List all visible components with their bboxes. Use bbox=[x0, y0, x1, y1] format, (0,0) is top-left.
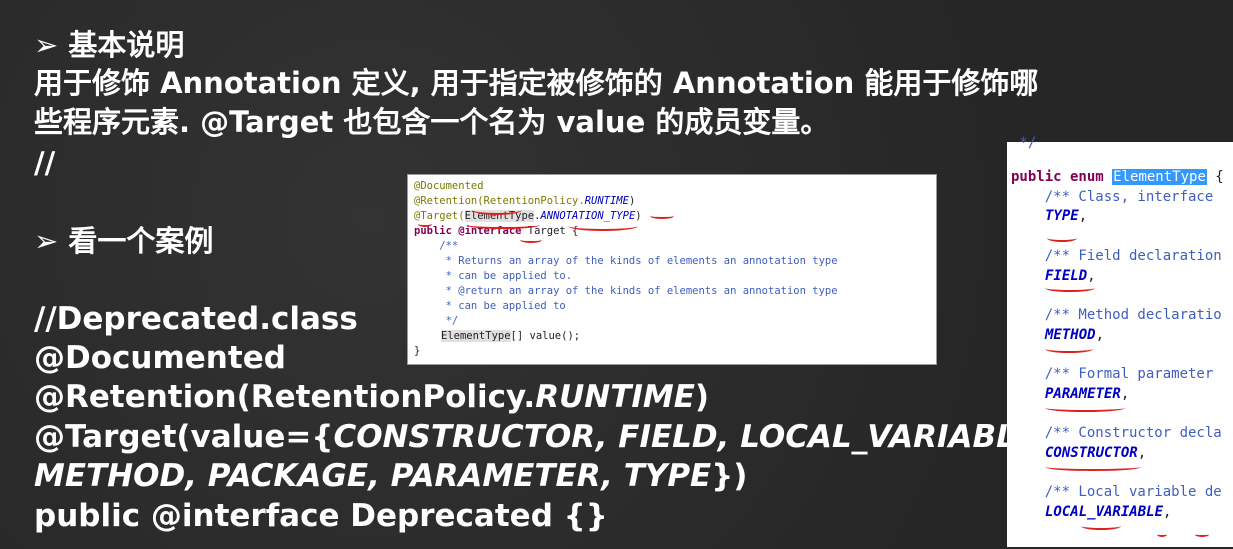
code-line: * can be applied to. bbox=[414, 270, 573, 282]
code-line: * @return an array of the kinds of eleme… bbox=[414, 285, 838, 297]
code-line: LOCAL_VARIABLE, bbox=[1045, 504, 1172, 520]
description-line-2: 些程序元素. @Target 也包含一个名为 value 的成员变量。 bbox=[34, 105, 830, 139]
code-line: ElementType[] value(); bbox=[441, 329, 580, 344]
code-token: ElementType bbox=[441, 330, 511, 342]
enum-constant: PARAMETER bbox=[1045, 386, 1121, 402]
example-line-3: @Retention(RetentionPolicy.RUNTIME) bbox=[34, 378, 709, 417]
enum-constant: FIELD bbox=[1045, 268, 1088, 284]
code-line: /** Method declaratio bbox=[1011, 307, 1222, 323]
red-underline-mark bbox=[1081, 522, 1121, 530]
red-underline-mark bbox=[466, 221, 540, 229]
example-line-3-italic: RUNTIME bbox=[535, 379, 695, 415]
code-line: FIELD, bbox=[1045, 268, 1096, 284]
heading-basic-description: ➢ 基本说明 bbox=[34, 28, 185, 62]
example-line-6: public @interface Deprecated {} bbox=[34, 498, 608, 534]
code-line: @Documented bbox=[414, 180, 484, 192]
example-line-2: @Documented bbox=[34, 340, 286, 376]
code-token: [] value(); bbox=[510, 330, 581, 342]
red-underline-mark bbox=[1045, 463, 1141, 471]
red-underline-mark bbox=[1045, 345, 1093, 353]
code-token: ElementType bbox=[1112, 169, 1207, 185]
code-line: METHOD, bbox=[1045, 327, 1105, 343]
red-underline-mark bbox=[520, 237, 542, 243]
red-dash-mark bbox=[1195, 532, 1209, 537]
code-token: public enum bbox=[1011, 169, 1113, 185]
code-line: /** Local variable de bbox=[1011, 484, 1222, 500]
code-line: PARAMETER, bbox=[1045, 386, 1130, 402]
code-line: */ bbox=[1011, 135, 1037, 151]
code-line: /** bbox=[414, 240, 459, 252]
enum-constant: TYPE bbox=[1045, 208, 1079, 224]
enum-constant: LOCAL_VARIABLE bbox=[1045, 504, 1164, 520]
code-line: public enum ElementType { bbox=[1011, 168, 1224, 186]
example-line-4-prefix: @Target(value={ bbox=[34, 419, 334, 455]
red-underline-mark bbox=[1045, 404, 1125, 412]
example-line-3-prefix: @Retention(RetentionPolicy. bbox=[34, 379, 536, 415]
code-line: /** Formal parameter bbox=[1011, 366, 1214, 382]
example-line-5-italic: METHOD, PACKAGE, PARAMETER, TYPE bbox=[34, 458, 712, 494]
example-line-5: METHOD, PACKAGE, PARAMETER, TYPE}) bbox=[34, 457, 747, 496]
example-line-5-suffix: }) bbox=[711, 458, 748, 494]
code-line: @Retention(RetentionPolicy.RUNTIME) bbox=[414, 194, 635, 209]
code-line: /** Class, interface bbox=[1011, 189, 1214, 205]
example-line-4-italic: CONSTRUCTOR, FIELD, LOCAL_VARIABLE, bbox=[333, 419, 1049, 455]
red-underline-mark bbox=[568, 221, 638, 231]
heading-example: ➢ 看一个案例 bbox=[34, 224, 214, 258]
red-arrow-mark bbox=[650, 213, 674, 219]
red-underline-mark bbox=[1045, 284, 1095, 292]
code-token: { bbox=[1206, 169, 1224, 185]
element-type-source-panel: */ public enum ElementType { /** Class, … bbox=[1007, 135, 1233, 547]
code-token: ANNOTATION_TYPE bbox=[540, 210, 636, 222]
code-line: /** Constructor decla bbox=[1011, 425, 1222, 441]
code-line: * can be applied to bbox=[414, 300, 566, 312]
comment-slashes: // bbox=[34, 146, 56, 180]
red-underline-mark bbox=[472, 205, 522, 215]
code-line: TYPE, bbox=[1045, 208, 1088, 224]
red-underline-mark bbox=[1047, 234, 1077, 242]
code-line: */ bbox=[414, 315, 459, 327]
target-source-panel: @Documented @Retention(RetentionPolicy.R… bbox=[407, 174, 937, 365]
example-line-4: @Target(value={CONSTRUCTOR, FIELD, LOCAL… bbox=[34, 418, 1049, 457]
code-line: CONSTRUCTOR, bbox=[1045, 445, 1147, 461]
enum-constant: CONSTRUCTOR bbox=[1045, 445, 1138, 461]
example-line-3-suffix: ) bbox=[694, 379, 710, 415]
enum-constant: METHOD bbox=[1045, 327, 1096, 343]
red-dash-mark bbox=[1157, 532, 1167, 537]
code-token: RUNTIME bbox=[584, 195, 629, 207]
code-line: * Returns an array of the kinds of eleme… bbox=[414, 255, 838, 267]
code-line: /** Field declaration bbox=[1011, 248, 1222, 264]
red-underline-mark bbox=[418, 221, 432, 227]
code-token: ) bbox=[635, 210, 642, 222]
description-line-1: 用于修饰 Annotation 定义, 用于指定被修饰的 Annotation … bbox=[34, 66, 1039, 100]
code-line: } bbox=[414, 345, 421, 357]
example-line-1: //Deprecated.class bbox=[34, 301, 358, 337]
code-token: ) bbox=[628, 195, 636, 207]
